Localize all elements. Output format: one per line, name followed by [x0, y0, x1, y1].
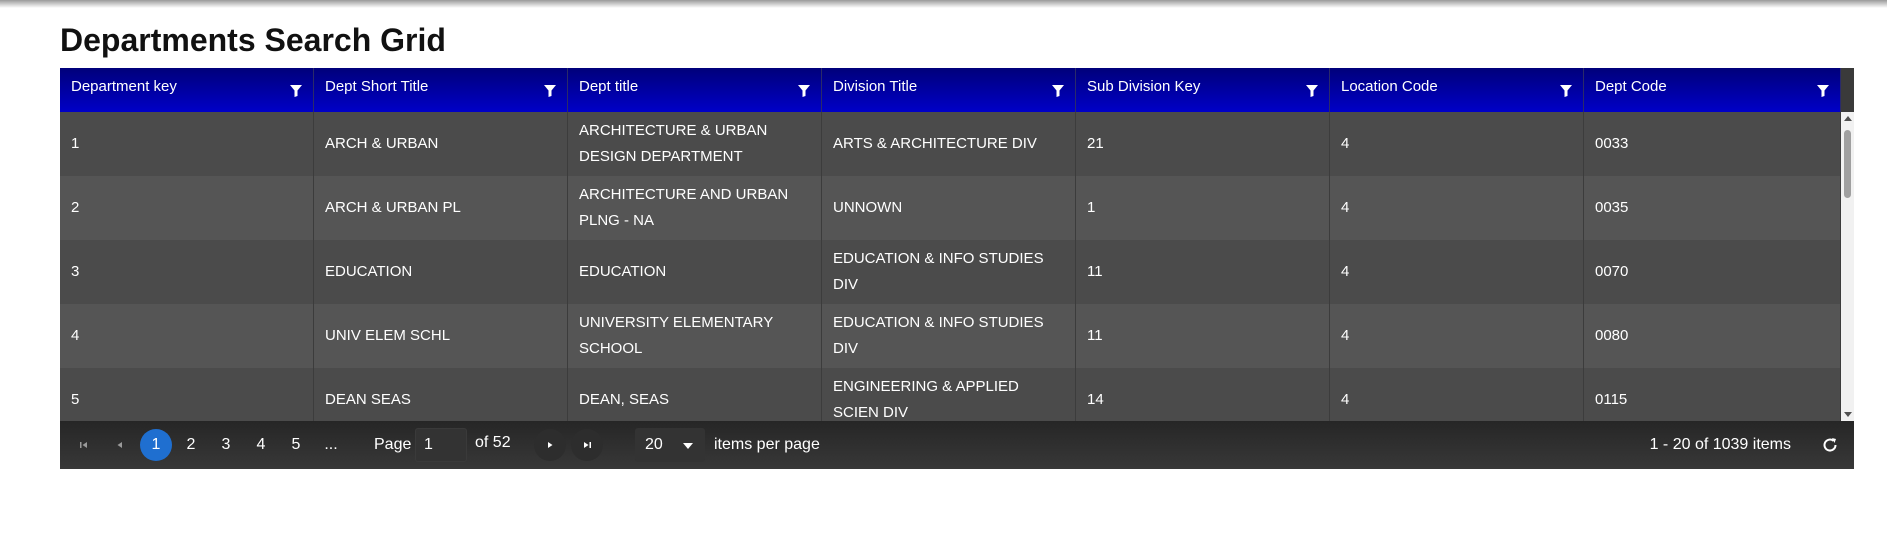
cell-location-code: 4 — [1330, 368, 1584, 421]
top-shadow — [0, 0, 1887, 8]
pager: 1 2 3 4 5 ... Page of 52 20 items per pa… — [60, 421, 1854, 469]
column-header-label: Dept Short Title — [325, 78, 429, 95]
cell-sub-division-key: 11 — [1076, 304, 1330, 368]
filter-icon[interactable] — [289, 84, 303, 98]
pager-info: 1 - 20 of 1039 items — [1649, 436, 1791, 453]
cell-dept-code: 0115 — [1584, 368, 1841, 421]
column-header-dept-title[interactable]: Dept title — [568, 68, 822, 112]
cell-department-key: 4 — [60, 304, 314, 368]
cell-location-code: 4 — [1330, 176, 1584, 240]
filter-icon[interactable] — [1051, 84, 1065, 98]
grid-body: 1 ARCH & URBAN ARCHITECTURE & URBAN DESI… — [60, 112, 1841, 421]
page-number-2[interactable]: 2 — [175, 429, 207, 461]
filter-icon[interactable] — [1816, 84, 1830, 98]
table-row[interactable]: 3 EDUCATION EDUCATION EDUCATION & INFO S… — [60, 240, 1841, 304]
cell-sub-division-key: 21 — [1076, 112, 1330, 176]
cell-dept-title: ARCHITECTURE & URBAN DESIGN DEPARTMENT — [568, 112, 822, 176]
cell-location-code: 4 — [1330, 240, 1584, 304]
page-label: Page — [374, 436, 412, 453]
column-header-dept-code[interactable]: Dept Code — [1584, 68, 1841, 112]
cell-sub-division-key: 11 — [1076, 240, 1330, 304]
first-page-icon — [80, 442, 87, 448]
cell-dept-short-title: UNIV ELEM SCHL — [314, 304, 568, 368]
cell-dept-code: 0080 — [1584, 304, 1841, 368]
cell-dept-short-title: ARCH & URBAN — [314, 112, 568, 176]
scrollbar-thumb[interactable] — [1844, 130, 1851, 198]
cell-dept-code: 0035 — [1584, 176, 1841, 240]
refresh-icon[interactable] — [1821, 436, 1839, 454]
filter-icon[interactable] — [1559, 84, 1573, 98]
cell-department-key: 5 — [60, 368, 314, 421]
column-header-department-key[interactable]: Department key — [60, 68, 314, 112]
column-header-label: Sub Division Key — [1087, 78, 1201, 95]
cell-dept-code: 0070 — [1584, 240, 1841, 304]
column-header-label: Department key — [71, 78, 177, 95]
cell-division-title: EDUCATION & INFO STUDIES DIV — [822, 304, 1076, 368]
vertical-scrollbar[interactable] — [1841, 112, 1854, 421]
cell-dept-title: UNIVERSITY ELEMENTARY SCHOOL — [568, 304, 822, 368]
table-row[interactable]: 1 ARCH & URBAN ARCHITECTURE & URBAN DESI… — [60, 112, 1841, 176]
page-number-input[interactable] — [415, 428, 467, 462]
page-count-label: of 52 — [475, 434, 511, 451]
next-page-icon — [548, 442, 553, 448]
cell-division-title: ENGINEERING & APPLIED SCIEN DIV — [822, 368, 1076, 421]
page-number-5[interactable]: 5 — [280, 429, 312, 461]
column-header-label: Dept Code — [1595, 78, 1667, 95]
cell-sub-division-key: 14 — [1076, 368, 1330, 421]
page-title: Departments Search Grid — [60, 22, 446, 58]
previous-page-button[interactable] — [104, 429, 136, 461]
cell-sub-division-key: 1 — [1076, 176, 1330, 240]
cell-division-title: EDUCATION & INFO STUDIES DIV — [822, 240, 1076, 304]
column-header-label: Location Code — [1341, 78, 1438, 95]
column-header-location-code[interactable]: Location Code — [1330, 68, 1584, 112]
cell-department-key: 1 — [60, 112, 314, 176]
column-header-dept-short-title[interactable]: Dept Short Title — [314, 68, 568, 112]
grid-header: Department key Dept Short Title Dept tit… — [60, 68, 1841, 112]
cell-department-key: 3 — [60, 240, 314, 304]
table-row[interactable]: 5 DEAN SEAS DEAN, SEAS ENGINEERING & APP… — [60, 368, 1841, 421]
scroll-up-arrow-icon[interactable] — [1844, 116, 1852, 121]
departments-grid: Department key Dept Short Title Dept tit… — [60, 68, 1854, 469]
page-more-ellipsis[interactable]: ... — [315, 429, 347, 461]
cell-dept-short-title: EDUCATION — [314, 240, 568, 304]
cell-division-title: ARTS & ARCHITECTURE DIV — [822, 112, 1076, 176]
cell-dept-title: DEAN, SEAS — [568, 368, 822, 421]
items-per-page-label: items per page — [714, 436, 820, 453]
last-page-icon — [584, 442, 591, 448]
column-header-label: Division Title — [833, 78, 918, 95]
cell-dept-code: 0033 — [1584, 112, 1841, 176]
chevron-down-icon — [683, 443, 693, 449]
cell-division-title: UNNOWN — [822, 176, 1076, 240]
header-scroll-filler — [1841, 68, 1854, 112]
cell-dept-title: ARCHITECTURE AND URBAN PLNG - NA — [568, 176, 822, 240]
page-number-4[interactable]: 4 — [245, 429, 277, 461]
table-row[interactable]: 4 UNIV ELEM SCHL UNIVERSITY ELEMENTARY S… — [60, 304, 1841, 368]
column-header-label: Dept title — [579, 78, 639, 95]
next-page-button[interactable] — [534, 429, 566, 461]
filter-icon[interactable] — [1305, 84, 1319, 98]
cell-location-code: 4 — [1330, 112, 1584, 176]
filter-icon[interactable] — [543, 84, 557, 98]
page-size-value: 20 — [645, 436, 663, 453]
cell-dept-short-title: DEAN SEAS — [314, 368, 568, 421]
page-number-3[interactable]: 3 — [210, 429, 242, 461]
last-page-button[interactable] — [571, 429, 603, 461]
first-page-button[interactable] — [68, 429, 100, 461]
cell-location-code: 4 — [1330, 304, 1584, 368]
scroll-down-arrow-icon[interactable] — [1844, 412, 1852, 417]
cell-dept-short-title: ARCH & URBAN PL — [314, 176, 568, 240]
filter-icon[interactable] — [797, 84, 811, 98]
page-number-1[interactable]: 1 — [140, 429, 172, 461]
cell-department-key: 2 — [60, 176, 314, 240]
cell-dept-title: EDUCATION — [568, 240, 822, 304]
column-header-division-title[interactable]: Division Title — [822, 68, 1076, 112]
previous-page-icon — [117, 442, 122, 448]
table-row[interactable]: 2 ARCH & URBAN PL ARCHITECTURE AND URBAN… — [60, 176, 1841, 240]
column-header-sub-division-key[interactable]: Sub Division Key — [1076, 68, 1330, 112]
page-size-select[interactable]: 20 — [635, 428, 705, 462]
